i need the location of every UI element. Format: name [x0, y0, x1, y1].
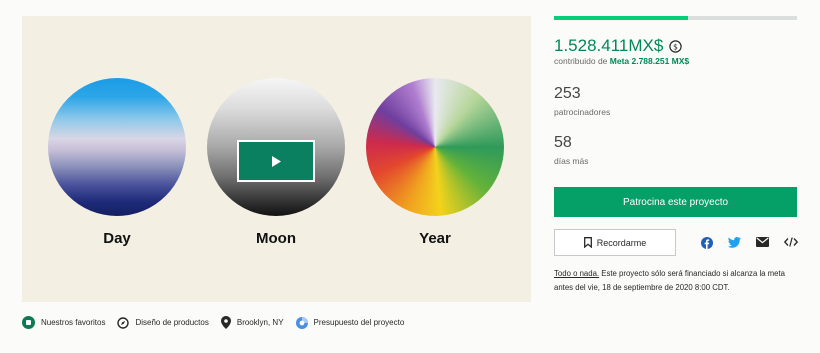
all-or-nothing-link[interactable]: Todo o nada.	[554, 269, 599, 278]
days-label: días más	[554, 156, 589, 166]
tag-location[interactable]: Brooklyn, NY	[220, 316, 284, 329]
project-tags: Nuestros favoritos Diseño de productos B…	[22, 316, 416, 329]
tag-projects-we-love[interactable]: Nuestros favoritos	[22, 316, 105, 329]
email-icon[interactable]	[756, 237, 769, 247]
budget-icon	[295, 316, 308, 329]
project-video[interactable]: Day Moon Year	[22, 16, 531, 302]
year-color-wheel	[366, 78, 504, 216]
caption-year: Year	[419, 230, 451, 247]
currency-conversion-icon[interactable]: $	[669, 39, 683, 53]
remind-me-button[interactable]: Recordarme	[554, 229, 676, 256]
tag-label: Presupuesto del proyecto	[313, 318, 405, 327]
tag-label: Nuestros favoritos	[41, 318, 106, 327]
embed-icon[interactable]	[784, 237, 798, 247]
play-button[interactable]	[237, 140, 315, 182]
backers-label: patrocinadores	[554, 107, 611, 117]
days-count: 58	[554, 134, 572, 151]
funding-progress-bar	[554, 16, 797, 20]
facebook-icon[interactable]	[701, 237, 713, 249]
tag-label: Diseño de productos	[135, 318, 209, 327]
caption-moon: Moon	[256, 230, 296, 247]
tag-product-design[interactable]: Diseño de productos	[117, 316, 209, 329]
location-pin-icon	[220, 316, 231, 329]
funding-progress-fill	[554, 16, 688, 20]
pledged-row: 1.528.411MX$ $	[554, 36, 683, 56]
svg-text:$: $	[673, 42, 678, 51]
tag-budget[interactable]: Presupuesto del proyecto	[295, 316, 405, 329]
pledged-amount: 1.528.411MX$	[554, 36, 664, 55]
all-or-nothing-note: Todo o nada. Este proyecto sólo será fin…	[554, 267, 804, 295]
bookmark-icon	[583, 237, 592, 248]
compass-icon	[117, 316, 130, 329]
caption-day: Day	[103, 230, 131, 247]
goal-line: contribuido de Meta 2.788.251 MX$	[554, 56, 689, 66]
kickstarter-badge-icon	[22, 316, 35, 329]
play-icon	[272, 155, 281, 167]
remind-me-label: Recordarme	[596, 237, 647, 248]
twitter-icon[interactable]	[728, 237, 741, 248]
goal-amount: Meta 2.788.251 MX$	[609, 56, 690, 66]
back-project-button[interactable]: Patrocina este proyecto	[554, 187, 797, 217]
tag-label: Brooklyn, NY	[236, 318, 284, 327]
contributed-prefix: contribuido de	[554, 56, 610, 66]
day-gradient-circle	[48, 78, 186, 216]
backers-count: 253	[554, 85, 581, 102]
